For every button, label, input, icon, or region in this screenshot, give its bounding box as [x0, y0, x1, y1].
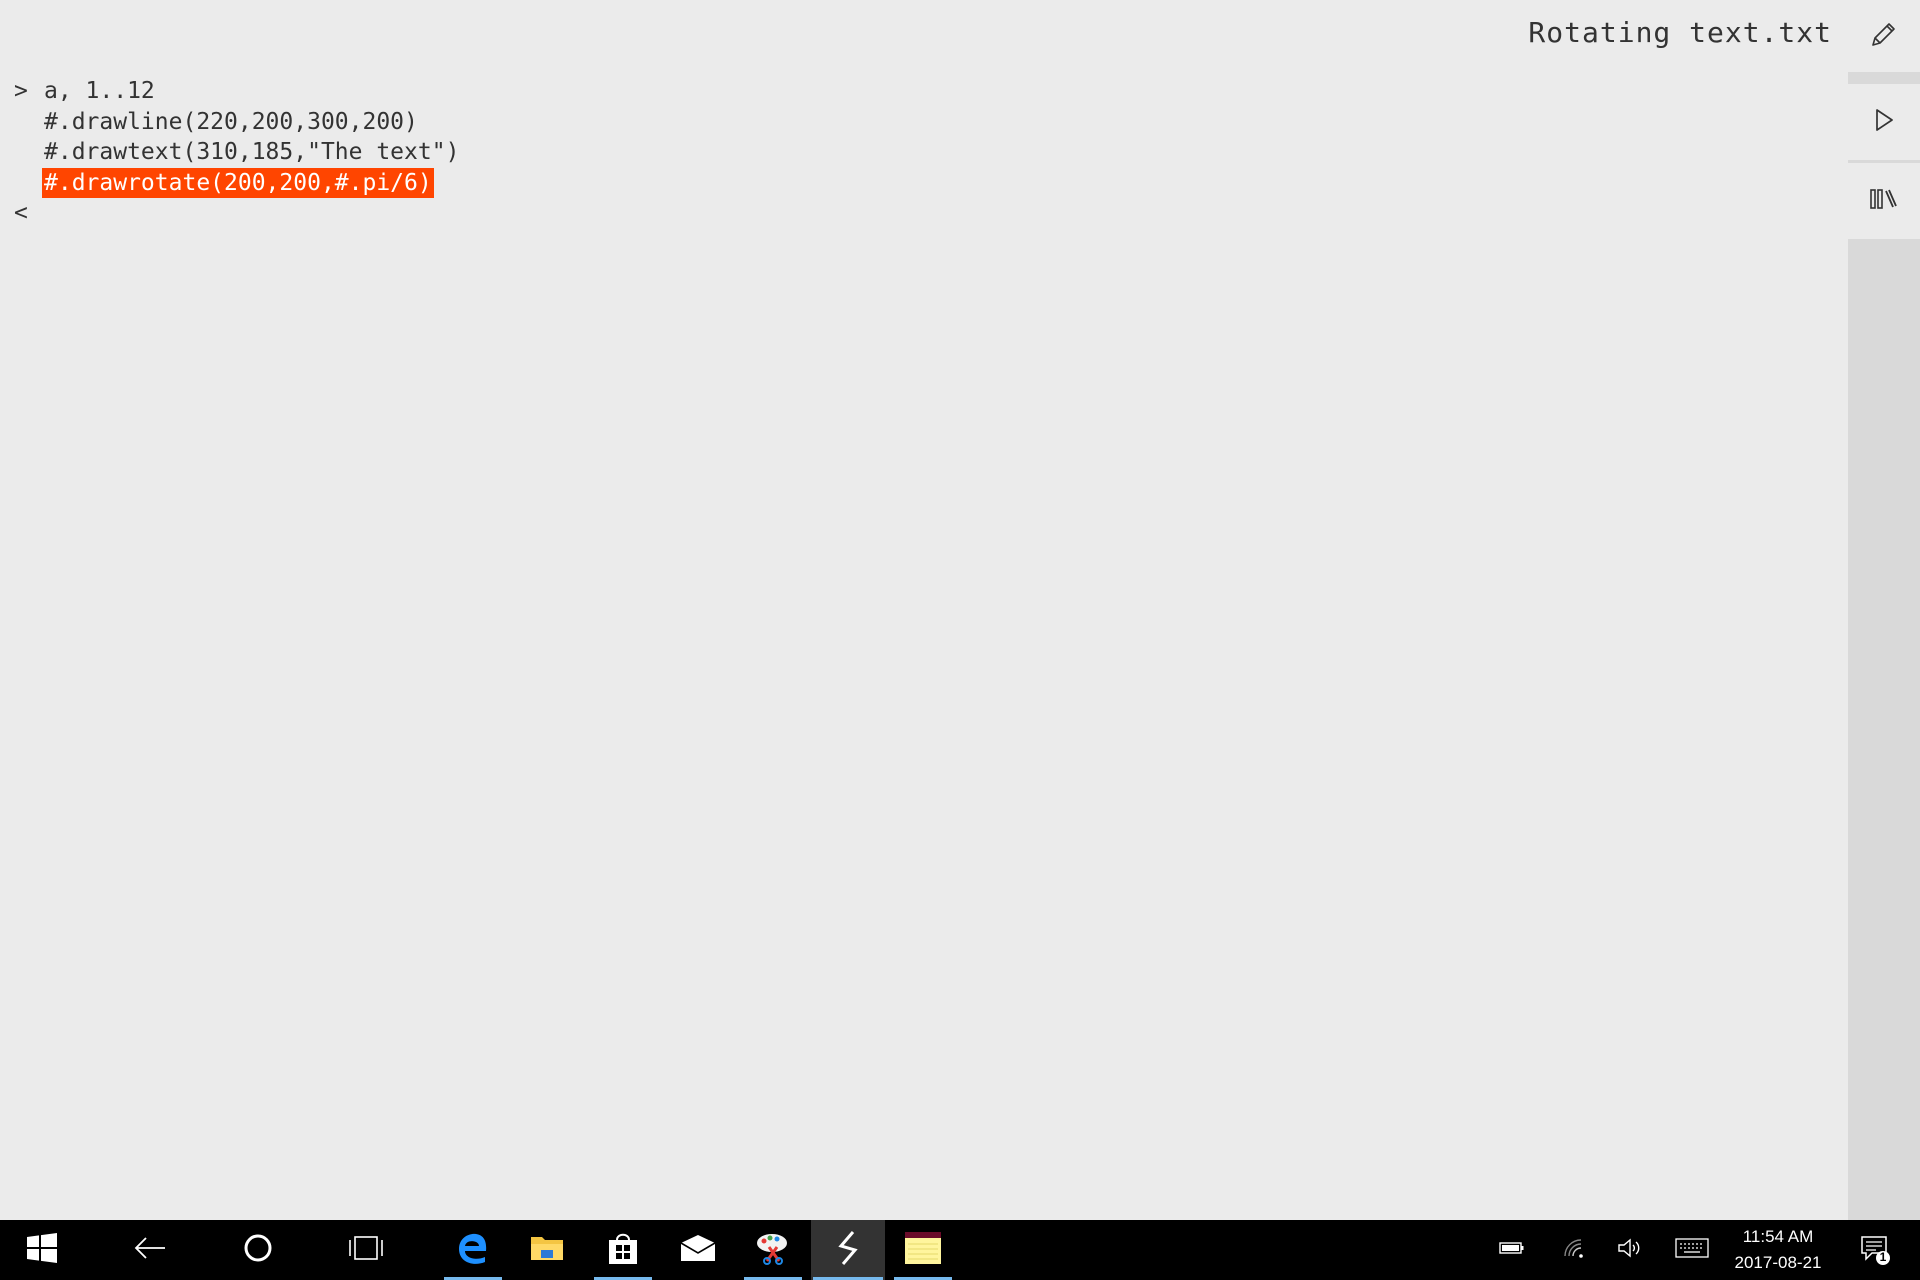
- line-prompt: <: [14, 200, 28, 226]
- battery-tray[interactable]: [1494, 1220, 1530, 1280]
- notification-icon: 1: [1860, 1234, 1892, 1266]
- notes-icon: [904, 1230, 942, 1270]
- edit-button[interactable]: [1862, 14, 1906, 58]
- windows-logo-icon: [26, 1232, 58, 1268]
- library-icon: [1869, 186, 1899, 216]
- taskbar-app-edge[interactable]: [442, 1220, 504, 1280]
- line-prompt: >: [14, 78, 28, 104]
- side-panel: [1848, 72, 1920, 1220]
- circle-icon: [242, 1232, 274, 1268]
- taskbar-app-file-explorer[interactable]: [516, 1220, 578, 1280]
- battery-icon: [1499, 1240, 1525, 1260]
- selected-code-text[interactable]: #.drawrotate(200,200,#.pi/6): [42, 167, 434, 198]
- play-icon: [1871, 107, 1897, 137]
- action-center-button[interactable]: 1: [1852, 1220, 1900, 1280]
- code-line[interactable]: #.drawrotate(200,200,#.pi/6): [14, 167, 459, 199]
- clock-time: 11:54 AM: [1742, 1227, 1814, 1246]
- code-line[interactable]: #.drawline(220,200,300,200): [14, 107, 459, 138]
- notification-count-badge: 1: [1879, 1250, 1887, 1264]
- code-line[interactable]: <: [14, 198, 459, 229]
- clock-date: 2017-08-21: [1734, 1253, 1822, 1272]
- taskbar-app-mail[interactable]: [667, 1220, 729, 1280]
- document-title: Rotating text.txt: [1528, 16, 1832, 49]
- pencil-icon: [1869, 19, 1899, 53]
- task-view-button[interactable]: [326, 1220, 406, 1280]
- run-button[interactable]: [1848, 72, 1920, 160]
- back-button[interactable]: [110, 1220, 190, 1280]
- taskbar: 11:54 AM 2017-08-21 1: [0, 1220, 1920, 1280]
- taskbar-app-store[interactable]: [592, 1220, 654, 1280]
- touch-keyboard-tray[interactable]: [1672, 1220, 1712, 1280]
- taskbar-app-code[interactable]: [811, 1220, 885, 1280]
- line-prompt: [14, 137, 44, 168]
- taskbar-app-paint[interactable]: [742, 1220, 804, 1280]
- cortana-button[interactable]: [218, 1220, 298, 1280]
- store-bag-icon: [607, 1231, 639, 1269]
- taskbar-app-sticky-notes[interactable]: [892, 1220, 954, 1280]
- lightning-icon: [833, 1230, 863, 1270]
- palette-icon: [755, 1231, 791, 1269]
- network-tray[interactable]: [1556, 1220, 1592, 1280]
- clock[interactable]: 11:54 AM 2017-08-21: [1718, 1220, 1838, 1280]
- line-prompt: [14, 107, 44, 138]
- wifi-icon: [1562, 1237, 1586, 1263]
- code-text[interactable]: #.drawline(220,200,300,200): [44, 107, 418, 138]
- code-editor[interactable]: > a, 1..12 #.drawline(220,200,300,200) #.dr…: [14, 76, 459, 229]
- volume-tray[interactable]: [1612, 1220, 1648, 1280]
- task-view-icon: [346, 1234, 386, 1266]
- back-arrow-icon: [133, 1236, 167, 1264]
- keyboard-icon: [1675, 1237, 1709, 1263]
- line-prompt: [14, 168, 44, 199]
- folder-icon: [530, 1233, 564, 1267]
- code-text[interactable]: #.drawtext(310,185,"The text"): [44, 137, 459, 168]
- library-button[interactable]: [1848, 160, 1920, 239]
- edge-icon: [456, 1231, 490, 1269]
- code-text[interactable]: a, 1..12: [44, 76, 155, 107]
- code-line[interactable]: #.drawtext(310,185,"The text"): [14, 137, 459, 168]
- app-window: Rotating text.txt > a, 1..12 #.drawline(22…: [0, 0, 1920, 1220]
- code-line[interactable]: > a, 1..12: [14, 76, 459, 107]
- volume-icon: [1617, 1237, 1643, 1263]
- start-button[interactable]: [0, 1220, 84, 1280]
- mail-icon: [679, 1233, 717, 1267]
